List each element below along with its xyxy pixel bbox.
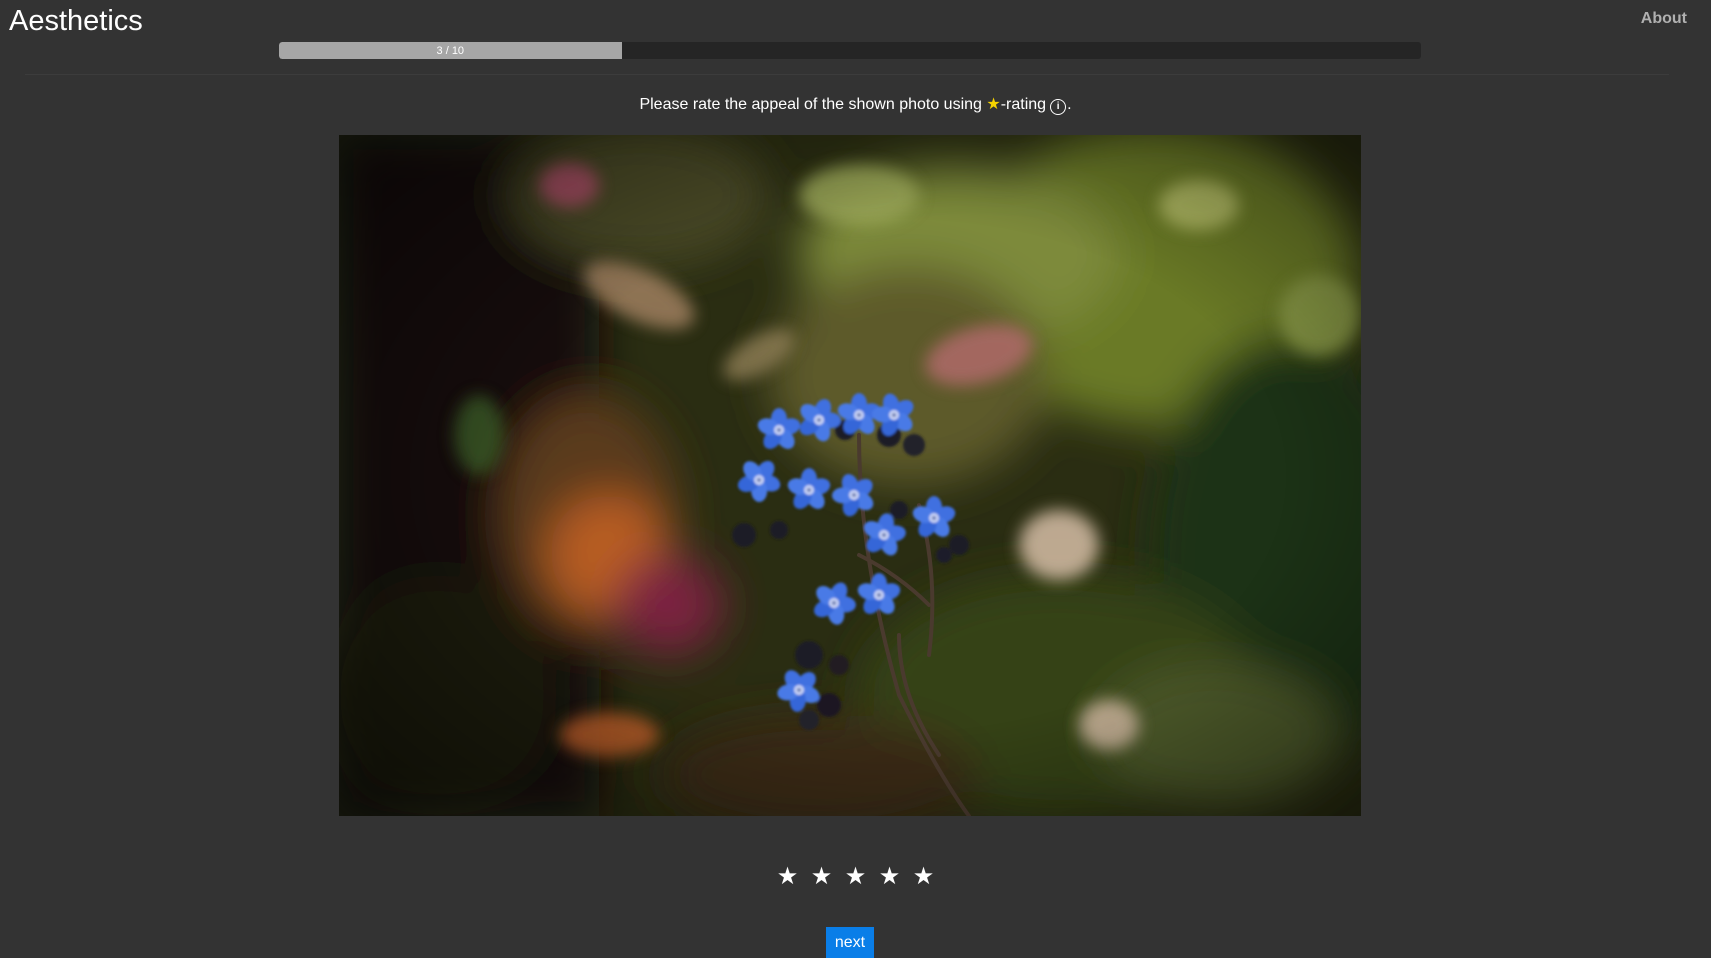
progress-label: 3 / 10 [436,44,465,57]
photo [339,135,1361,816]
progress-bar: 3 / 10 [279,42,1421,59]
rating-star-1[interactable]: ★ [777,865,799,889]
rating-instruction: Please rate the appeal of the shown phot… [0,94,1711,115]
rating-star-2[interactable]: ★ [811,865,833,889]
instruction-period: . [1067,96,1072,113]
app-title: Aesthetics [9,5,143,37]
rating-star-5[interactable]: ★ [913,865,935,889]
next-button[interactable]: next [826,927,874,958]
progress-fill: 3 / 10 [279,42,622,59]
info-icon[interactable]: i [1050,99,1067,115]
rating-star-3[interactable]: ★ [845,865,867,889]
instruction-text: Please rate the appeal of the shown phot… [639,96,987,113]
instruction-rating-text: -rating [1000,96,1047,113]
header-divider [25,74,1669,75]
about-link[interactable]: About [1641,10,1687,28]
rating-star-4[interactable]: ★ [879,865,901,889]
star-icon: ★ [986,96,1001,113]
star-rating: ★ ★ ★ ★ ★ [0,865,1711,889]
